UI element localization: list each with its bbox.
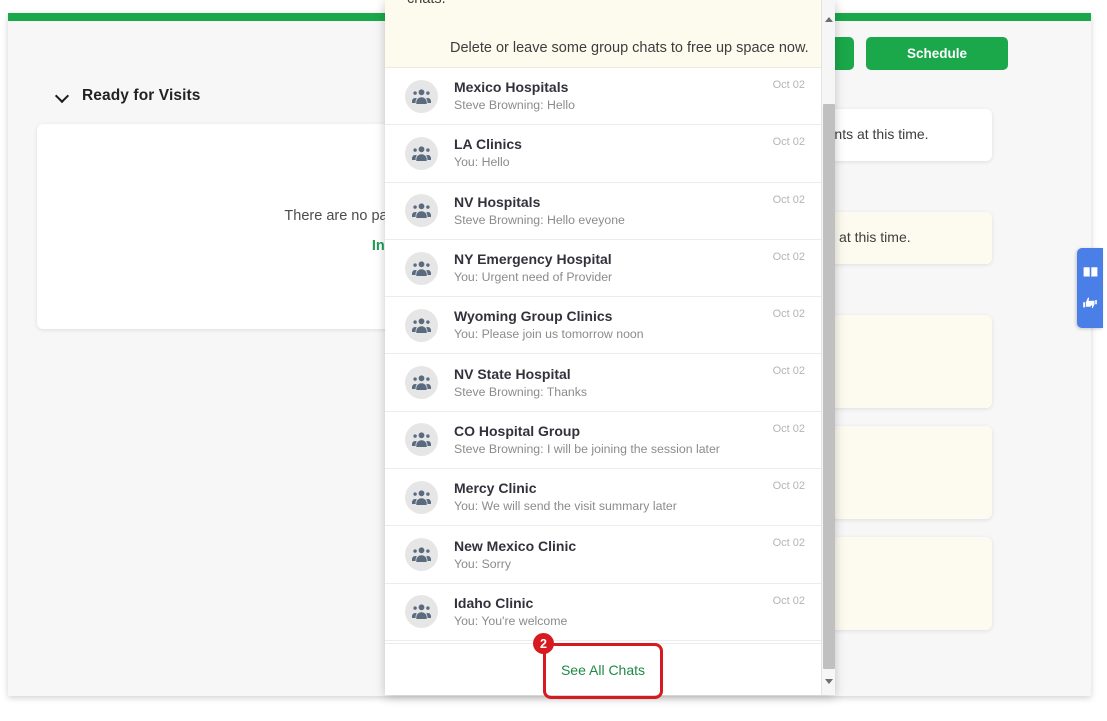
chat-item-texts: NV State Hospital Steve Browning: Thanks	[454, 366, 765, 400]
chat-item-texts: Mercy Clinic You: We will send the visit …	[454, 480, 765, 514]
chat-item-preview: You: Hello	[454, 155, 510, 170]
chat-item-texts: Wyoming Group Clinics You: Please join us…	[454, 308, 765, 342]
chat-item-date: Oct 02	[772, 308, 805, 321]
group-avatar-icon	[405, 308, 438, 342]
chat-list-item[interactable]: CO Hospital Group Steve Browning: I will …	[385, 411, 821, 470]
section-title: Ready for Visits	[82, 87, 201, 104]
group-avatar-icon	[405, 480, 438, 514]
chat-item-name: CO Hospital Group	[454, 422, 580, 439]
chat-item-date: Oct 02	[772, 250, 805, 263]
group-avatar-icon	[405, 423, 438, 457]
scrollbar-thumb[interactable]	[823, 104, 835, 669]
chat-list-item[interactable]: Mexico Hospitals Steve Browning: Hello Oct…	[385, 68, 821, 126]
chat-list-item[interactable]: LA Clinics You: Hello Oct 02	[385, 125, 821, 183]
chat-item-name: Wyoming Group Clinics	[454, 308, 613, 325]
group-avatar-icon	[405, 251, 438, 285]
chat-list-item[interactable]: Wyoming Group Clinics You: Please join us…	[385, 297, 821, 355]
chat-item-date: Oct 02	[772, 365, 805, 378]
group-avatar-icon	[405, 595, 438, 629]
chevron-down-icon[interactable]	[56, 89, 70, 103]
group-avatar-icon	[405, 79, 438, 113]
chat-item-texts: NY Emergency Hospital You: Urgent need of…	[454, 251, 765, 285]
floating-help-tab[interactable]	[1077, 248, 1103, 328]
see-all-chats-link[interactable]: See All Chats	[561, 662, 645, 678]
chat-item-preview: You: Sorry	[454, 556, 511, 571]
scroll-up-arrow-icon[interactable]	[822, 12, 835, 26]
group-avatar-icon	[405, 136, 438, 170]
group-avatar-icon	[405, 366, 438, 400]
chat-item-preview: Steve Browning: Hello	[454, 98, 575, 113]
book-icon[interactable]	[1083, 266, 1098, 279]
chat-list-item[interactable]: NV State Hospital Steve Browning: Thanks O…	[385, 354, 821, 412]
chat-list-item[interactable]: NY Emergency Hospital You: Urgent need of…	[385, 239, 821, 298]
chat-list: Mexico Hospitals Steve Browning: Hello Oct…	[385, 68, 821, 695]
chat-item-name: Mercy Clinic	[454, 480, 537, 497]
thumbs-up-down-icon[interactable]	[1082, 296, 1098, 310]
chat-item-texts: Mexico Hospitals Steve Browning: Hello	[454, 79, 765, 113]
dropdown-scrollbar[interactable]	[821, 0, 835, 695]
ready-for-visits-section-header[interactable]: Ready for Visits	[56, 87, 200, 105]
chat-item-name: NV Hospitals	[454, 193, 541, 210]
chat-item-date: Oct 02	[772, 79, 805, 91]
chat-item-preview: You: We will send the visit summary late…	[454, 499, 677, 514]
storage-warning-banner: chats. Delete or leave some group chats …	[385, 0, 821, 68]
chat-item-preview: You: You're welcome	[454, 613, 568, 628]
group-avatar-icon	[405, 538, 438, 572]
group-chats-dropdown: chats. Delete or leave some group chats …	[385, 0, 835, 695]
chat-item-date: Oct 02	[772, 193, 805, 206]
chat-item-preview: You: Urgent need of Provider	[454, 270, 613, 285]
chat-item-date: Oct 02	[772, 594, 805, 607]
chat-item-name: NV State Hospital	[454, 365, 571, 382]
see-all-chats-row[interactable]: See All Chats	[385, 643, 821, 695]
banner-line-1: chats.	[407, 0, 446, 7]
chat-item-name: NY Emergency Hospital	[454, 251, 612, 268]
chat-item-name: LA Clinics	[454, 136, 522, 153]
chat-item-texts: NV Hospitals Steve Browning: Hello eveyon…	[454, 194, 765, 228]
chat-list-item[interactable]: NV Hospitals Steve Browning: Hello eveyon…	[385, 182, 821, 240]
scroll-down-arrow-icon[interactable]	[822, 674, 835, 688]
chat-item-name: Idaho Clinic	[454, 594, 534, 611]
schedule-button[interactable]: Schedule	[866, 37, 1008, 70]
banner-line-2: Delete or leave some group chats to free…	[450, 40, 809, 56]
chat-item-name: Mexico Hospitals	[454, 79, 569, 96]
chat-list-item[interactable]: Idaho Clinic You: You're welcome Oct 02	[385, 583, 821, 641]
chat-list-item[interactable]: Mercy Clinic You: We will send the visit …	[385, 469, 821, 527]
chat-item-texts: LA Clinics You: Hello	[454, 136, 765, 170]
group-avatar-icon	[405, 194, 438, 228]
chat-item-date: Oct 02	[772, 480, 805, 493]
chat-item-texts: Idaho Clinic You: You're welcome	[454, 595, 765, 629]
chat-item-preview: You: Please join us tomorrow noon	[454, 327, 644, 342]
chat-item-preview: Steve Browning: Thanks	[454, 384, 588, 399]
chat-item-texts: CO Hospital Group Steve Browning: I will …	[454, 423, 765, 457]
chat-item-texts: New Mexico Clinic You: Sorry	[454, 538, 765, 572]
chat-list-item[interactable]: New Mexico Clinic You: Sorry Oct 02	[385, 526, 821, 584]
chat-item-date: Oct 02	[772, 537, 805, 550]
chat-item-name: New Mexico Clinic	[454, 537, 577, 554]
chat-item-date: Oct 02	[772, 422, 805, 435]
screenshot-root: Ready for Visits There are no patients w…	[0, 0, 1107, 721]
annotation-step-badge: 2	[533, 633, 554, 654]
chat-item-preview: Steve Browning: Hello eveyone	[454, 212, 625, 227]
chat-item-date: Oct 02	[772, 136, 805, 149]
chat-item-preview: Steve Browning: I will be joining the se…	[454, 441, 720, 456]
